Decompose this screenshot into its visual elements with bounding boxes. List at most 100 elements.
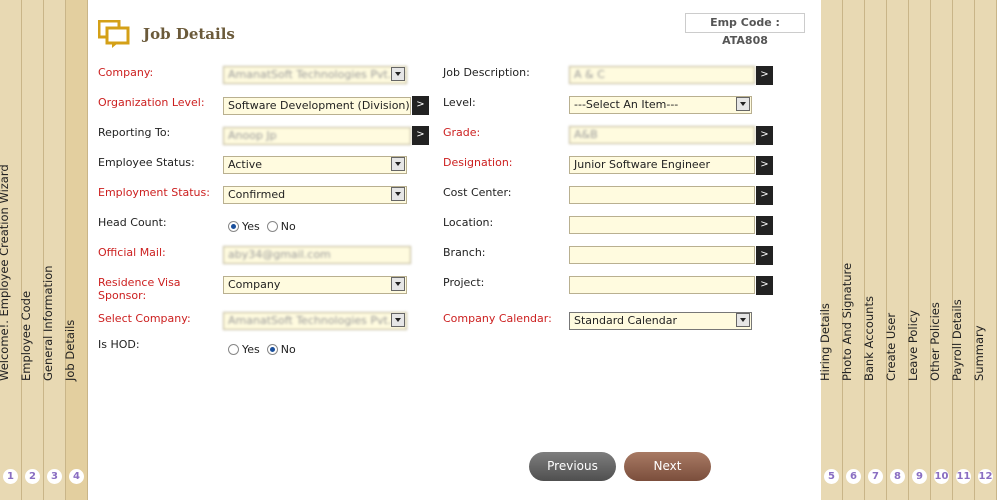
radio-label: Yes [242, 220, 260, 233]
step-number: 6 [846, 469, 861, 484]
official-mail-label: Official Mail: [98, 246, 166, 259]
step-number: 9 [912, 469, 927, 484]
is-hod-no-option[interactable]: No [266, 343, 296, 356]
previous-button[interactable]: Previous [529, 452, 616, 481]
company-calendar-label: Company Calendar: [443, 312, 552, 325]
step-tab-leave-policy[interactable]: Leave Policy 9 [905, 0, 931, 500]
official-mail-field[interactable]: aby34@gmail.com [223, 246, 411, 264]
step-tab-payroll-details[interactable]: Payroll Details 11 [950, 0, 975, 500]
step-number: 5 [824, 469, 839, 484]
project-field[interactable] [569, 276, 755, 294]
chevron-down-icon[interactable] [736, 313, 750, 327]
grade-label: Grade: [443, 126, 481, 139]
radio-selected-icon[interactable] [228, 221, 239, 232]
step-number: 11 [956, 469, 971, 484]
step-tab-create-user[interactable]: Create User 8 [884, 0, 909, 500]
designation-field[interactable]: Junior Software Engineer [569, 156, 755, 174]
reporting-to-field[interactable]: Anoop Jp [223, 127, 411, 145]
branch-lookup-button[interactable]: > [756, 246, 773, 265]
radio-label: No [280, 343, 296, 356]
org-level-lookup-button[interactable]: > [412, 96, 429, 115]
level-select[interactable]: ---Select An Item--- [569, 96, 752, 114]
step-number: 12 [978, 469, 993, 484]
branch-field[interactable] [569, 246, 755, 264]
step-number: 3 [47, 469, 62, 484]
grade-lookup-button[interactable]: > [756, 126, 773, 145]
radio-empty-icon[interactable] [266, 221, 278, 232]
step-tab-welcome[interactable]: Welcome!. Employee Creation Wizard 1 [0, 0, 22, 500]
left-step-tabs: Welcome!. Employee Creation Wizard 1 Emp… [0, 0, 88, 500]
radio-label: Yes [242, 343, 260, 356]
step-tab-label: Other Policies [927, 302, 942, 381]
head-count-label: Head Count: [98, 216, 167, 229]
grade-field[interactable]: A&B [569, 126, 755, 144]
step-tab-label: Welcome!. Employee Creation Wizard [0, 164, 11, 381]
visa-sponsor-select[interactable]: Company [223, 276, 407, 294]
employment-status-label: Employment Status: [98, 186, 210, 199]
step-tab-label: Hiring Details [817, 303, 832, 381]
head-count-yes-option[interactable]: Yes [228, 220, 260, 233]
step-tab-bank-accounts[interactable]: Bank Accounts 7 [861, 0, 887, 500]
job-description-field[interactable]: A & C [569, 66, 755, 84]
step-tab-label: Employee Code [18, 290, 33, 381]
is-hod-yes-option[interactable]: Yes [228, 343, 260, 356]
company-calendar-select[interactable]: Standard Calendar [569, 312, 752, 330]
step-tab-general-information[interactable]: General Information 3 [41, 0, 66, 500]
chevron-down-icon[interactable] [391, 187, 405, 201]
company-select[interactable]: AmanatSoft Technologies Pvt. Ltd [223, 66, 407, 84]
head-count-no-option[interactable]: No [266, 220, 296, 233]
step-number: 2 [25, 469, 40, 484]
chevron-down-icon[interactable] [391, 277, 405, 291]
employee-status-select[interactable]: Active [223, 156, 407, 174]
select-company-label: Select Company: [98, 312, 191, 325]
chevron-down-icon[interactable] [736, 97, 750, 111]
cost-center-lookup-button[interactable]: > [756, 186, 773, 205]
project-lookup-button[interactable]: > [756, 276, 773, 295]
radio-selected-icon[interactable] [266, 344, 278, 355]
designation-label: Designation: [443, 156, 513, 169]
chevron-down-icon[interactable] [391, 313, 405, 327]
job-description-lookup-button[interactable]: > [756, 66, 773, 85]
company-label: Company: [98, 66, 154, 79]
org-level-label: Organization Level: [98, 96, 205, 109]
radio-empty-icon[interactable] [228, 344, 239, 355]
employee-status-label: Employee Status: [98, 156, 195, 169]
emp-code-badge: Emp Code : ATA808 [685, 13, 805, 47]
step-number: 8 [890, 469, 905, 484]
next-button[interactable]: Next [624, 452, 711, 481]
radio-label: No [280, 220, 296, 233]
step-tab-label: Photo And Signature [839, 262, 854, 381]
step-tab-label: Job Details [62, 319, 77, 381]
branch-label: Branch: [443, 246, 486, 259]
select-company-select[interactable]: AmanatSoft Technologies Pvt. Ltd [223, 312, 407, 330]
step-number: 7 [868, 469, 883, 484]
step-tab-other-policies[interactable]: Other Policies 10 [927, 0, 953, 500]
page-title: Job Details [143, 25, 235, 43]
step-tab-label: Leave Policy [905, 310, 920, 381]
chevron-down-icon[interactable] [391, 157, 405, 171]
step-tab-employee-code[interactable]: Employee Code 2 [18, 0, 44, 500]
step-number: 4 [69, 469, 84, 484]
step-tab-hiring-details[interactable]: Hiring Details 5 [817, 0, 843, 500]
step-tab-photo-signature[interactable]: Photo And Signature 6 [839, 0, 865, 500]
location-lookup-button[interactable]: > [756, 216, 773, 235]
chat-bubbles-icon [98, 20, 130, 48]
employment-status-select[interactable]: Confirmed [223, 186, 407, 204]
chevron-down-icon[interactable] [391, 67, 405, 81]
step-number: 1 [3, 469, 18, 484]
step-tab-job-details[interactable]: Job Details 4 [62, 0, 88, 500]
cost-center-field[interactable] [569, 186, 755, 204]
org-level-field[interactable]: Software Development (Division) [223, 97, 411, 115]
company-select-value: AmanatSoft Technologies Pvt. Ltd [228, 68, 407, 81]
reporting-to-lookup-button[interactable]: > [412, 126, 429, 145]
is-hod-label: Is HOD: [98, 338, 140, 351]
designation-lookup-button[interactable]: > [756, 156, 773, 175]
step-tab-label: Bank Accounts [861, 296, 876, 381]
is-hod-radio-group: Yes No [228, 343, 299, 356]
job-description-label: Job Description: [443, 66, 530, 79]
cost-center-label: Cost Center: [443, 186, 512, 199]
head-count-radio-group: Yes No [228, 220, 299, 233]
location-field[interactable] [569, 216, 755, 234]
step-tab-summary[interactable]: Summary 12 [972, 0, 997, 500]
select-company-value: AmanatSoft Technologies Pvt. Ltd [228, 314, 407, 327]
